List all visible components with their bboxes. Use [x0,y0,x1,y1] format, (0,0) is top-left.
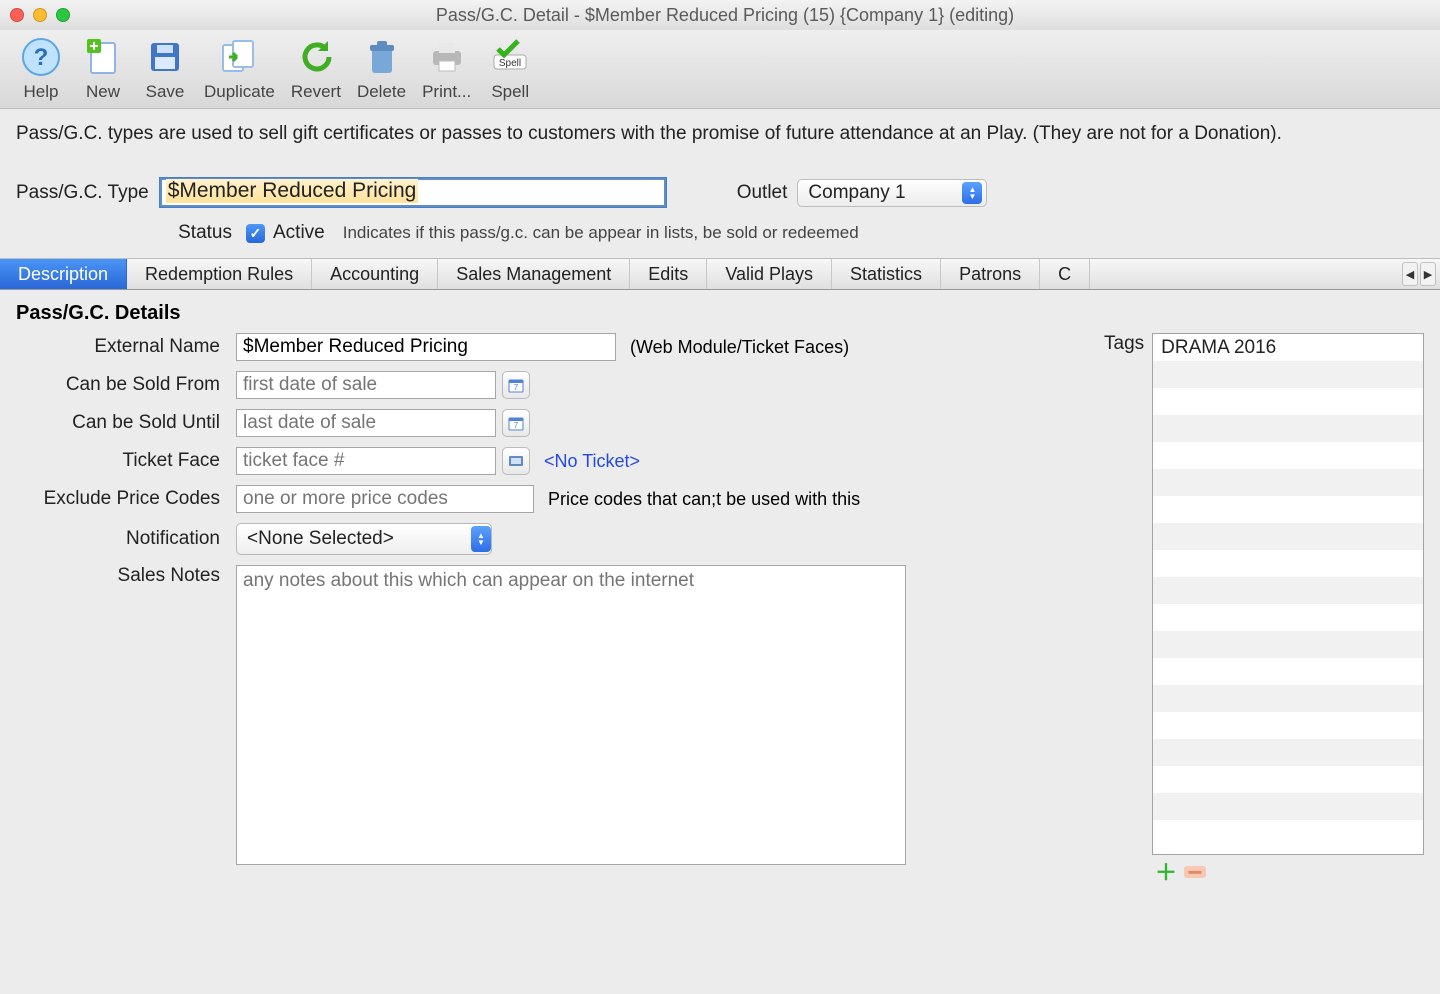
tab-scroll-right[interactable]: ▶ [1420,262,1436,286]
tab-scroll-left[interactable]: ◀ [1402,262,1418,286]
tab-description[interactable]: Description [0,259,127,289]
spell-button[interactable]: Spell Spell [487,34,533,102]
notification-value: <None Selected> [247,528,394,550]
calendar-icon[interactable]: 7 [502,409,530,437]
delete-label: Delete [357,82,406,102]
tab-edits[interactable]: Edits [630,259,707,289]
active-label: Active [273,222,325,244]
tag-item[interactable]: DRAMA 2016 [1153,334,1423,361]
svg-text:7: 7 [514,383,519,392]
tabs: Description Redemption Rules Accounting … [0,258,1440,290]
exclude-price-note: Price codes that can;t be used with this [548,489,860,510]
delete-icon [359,34,405,80]
tab-overflow[interactable]: C [1040,259,1090,289]
tab-accounting[interactable]: Accounting [312,259,438,289]
status-label: Status [16,222,232,244]
spell-label: Spell [491,82,529,102]
sold-from-input[interactable] [236,371,496,399]
minimize-window-button[interactable] [33,8,47,22]
help-icon: ? [18,34,64,80]
type-label: Pass/G.C. Type [16,182,149,204]
status-hint: Indicates if this pass/g.c. can be appea… [343,223,859,243]
ticket-face-note: <No Ticket> [544,451,640,472]
tab-statistics[interactable]: Statistics [832,259,941,289]
type-row: Pass/G.C. Type $Member Reduced Pricing O… [0,159,1440,212]
status-row: Status ✓ Active Indicates if this pass/g… [0,212,1440,258]
spell-icon: Spell [487,34,533,80]
duplicate-icon [216,34,262,80]
new-button[interactable]: New [80,34,126,102]
outlet-value: Company 1 [808,182,905,204]
exclude-price-input[interactable] [236,485,534,513]
save-icon [142,34,188,80]
outlet-label: Outlet [737,182,788,204]
sold-until-input[interactable] [236,409,496,437]
duplicate-label: Duplicate [204,82,275,102]
remove-tag-button[interactable]: − [1184,866,1206,878]
tags-label: Tags [1104,333,1144,853]
svg-text:Spell: Spell [499,58,521,69]
sales-notes-label: Sales Notes [16,565,236,587]
ticket-face-input[interactable] [236,447,496,475]
svg-text:?: ? [34,44,49,71]
lookup-icon[interactable] [502,447,530,475]
details-panel: Pass/G.C. Details External Name (Web Mod… [0,290,1440,893]
external-name-input[interactable] [236,333,616,361]
save-label: Save [146,82,185,102]
toolbar: ? Help New Save Duplicate Revert Delete [0,30,1440,109]
chevrons-icon: ▲▼ [471,526,491,552]
help-label: Help [24,82,59,102]
type-input[interactable]: $Member Reduced Pricing [159,177,667,208]
tab-redemption-rules[interactable]: Redemption Rules [127,259,312,289]
tags-list[interactable]: DRAMA 2016 [1152,333,1424,855]
exclude-price-label: Exclude Price Codes [16,488,236,510]
tab-scroll-arrows: ◀ ▶ [1402,262,1436,286]
type-value: $Member Reduced Pricing [166,179,419,203]
tab-patrons[interactable]: Patrons [941,259,1040,289]
details-heading: Pass/G.C. Details [16,302,1424,325]
active-checkbox[interactable]: ✓ [246,224,265,243]
delete-button[interactable]: Delete [357,34,406,102]
tab-valid-plays[interactable]: Valid Plays [707,259,832,289]
sold-until-label: Can be Sold Until [16,412,236,434]
description-note: Pass/G.C. types are used to sell gift ce… [0,109,1440,159]
external-name-note: (Web Module/Ticket Faces) [630,337,849,358]
external-name-label: External Name [16,336,236,358]
print-button[interactable]: Print... [422,34,471,102]
revert-icon [293,34,339,80]
window-controls [10,8,70,22]
print-icon [424,34,470,80]
new-icon [80,34,126,80]
window-title: Pass/G.C. Detail - $Member Reduced Prici… [100,5,1350,26]
svg-text:7: 7 [514,421,519,430]
ticket-face-label: Ticket Face [16,450,236,472]
save-button[interactable]: Save [142,34,188,102]
duplicate-button[interactable]: Duplicate [204,34,275,102]
sales-notes-textarea[interactable] [236,565,906,865]
chevrons-icon: ▲▼ [962,182,982,204]
add-tag-button[interactable]: ＋ [1154,861,1178,881]
tab-sales-management[interactable]: Sales Management [438,259,630,289]
outlet-select[interactable]: Company 1 ▲▼ [797,179,987,207]
revert-button[interactable]: Revert [291,34,341,102]
zoom-window-button[interactable] [56,8,70,22]
revert-label: Revert [291,82,341,102]
calendar-icon[interactable]: 7 [502,371,530,399]
print-label: Print... [422,82,471,102]
help-button[interactable]: ? Help [18,34,64,102]
sold-from-label: Can be Sold From [16,374,236,396]
titlebar: Pass/G.C. Detail - $Member Reduced Prici… [0,0,1440,30]
notification-label: Notification [16,528,236,550]
close-window-button[interactable] [10,8,24,22]
new-label: New [86,82,120,102]
notification-select[interactable]: <None Selected> ▲▼ [236,523,492,555]
